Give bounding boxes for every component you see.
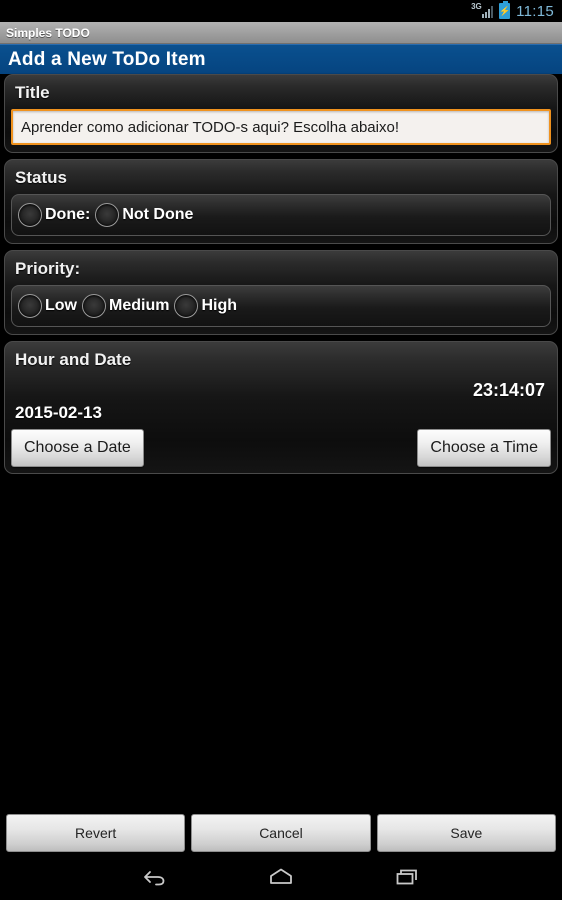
priority-option-medium[interactable]: Medium	[82, 294, 172, 318]
title-card: Title Aprender como adicionar TODO-s aqu…	[4, 74, 558, 153]
priority-radio-group: Low Medium High	[11, 285, 551, 327]
date-display-row: 2015-02-13	[11, 403, 551, 423]
priority-section-label: Priority:	[15, 259, 81, 278]
back-icon[interactable]	[130, 860, 178, 894]
choose-time-button[interactable]: Choose a Time	[417, 429, 551, 467]
radio-button-icon[interactable]	[174, 294, 199, 318]
status-option-label: Done:	[45, 206, 91, 223]
revert-button[interactable]: Revert	[6, 814, 186, 852]
title-input[interactable]: Aprender como adicionar TODO-s aqui? Esc…	[11, 109, 551, 145]
choose-date-button[interactable]: Choose a Date	[11, 429, 144, 467]
priority-option-low[interactable]: Low	[18, 294, 80, 318]
signal-bars-icon: 3G	[471, 2, 494, 19]
priority-option-label: Low	[45, 297, 77, 314]
status-section-label: Status	[15, 168, 67, 187]
priority-option-high[interactable]: High	[174, 294, 240, 318]
title-input-value: Aprender como adicionar TODO-s aqui? Esc…	[21, 118, 399, 136]
app-name-label: Simples TODO	[6, 25, 90, 40]
battery-charging-icon: ⚡	[499, 1, 510, 19]
selected-time-value: 23:14:07	[472, 380, 545, 400]
status-option-not-done[interactable]: Not Done	[95, 203, 196, 227]
cancel-button[interactable]: Cancel	[191, 814, 371, 852]
android-navigation-bar	[0, 854, 562, 900]
priority-option-label: Medium	[109, 297, 170, 314]
radio-button-icon[interactable]	[82, 294, 106, 318]
action-button-bar: Revert Cancel Save	[0, 813, 562, 853]
signal-strength-bars	[482, 6, 494, 18]
status-radio-group: Done: Not Done	[11, 194, 551, 236]
priority-card: Priority: Low Medium High	[4, 250, 558, 335]
datetime-card: Hour and Date 23:14:07 2015-02-13 Choose…	[4, 341, 558, 474]
datetime-buttons-row: Choose a Date Choose a Time	[11, 429, 551, 467]
phone-screen: 3G ⚡ 11:15 Simples TODO Add a New ToDo I…	[0, 0, 562, 900]
status-card: Status Done: Not Done	[4, 159, 558, 244]
home-icon[interactable]	[257, 860, 305, 894]
recents-icon[interactable]	[384, 860, 432, 894]
title-section-label: Title	[15, 83, 50, 102]
app-name-bar: Simples TODO	[0, 22, 562, 44]
status-bar: 3G ⚡ 11:15	[0, 0, 562, 22]
radio-button-icon[interactable]	[18, 294, 42, 318]
status-option-done[interactable]: Done:	[18, 203, 93, 227]
network-type-label: 3G	[471, 2, 482, 11]
status-bar-icons: 3G ⚡ 11:15	[471, 1, 554, 20]
form-content: Title Aprender como adicionar TODO-s aqu…	[0, 74, 562, 480]
status-bar-clock: 11:15	[516, 2, 554, 20]
page-title: Add a New ToDo Item	[8, 48, 206, 70]
priority-option-label: High	[201, 297, 237, 314]
status-option-label: Not Done	[122, 206, 194, 223]
radio-button-icon[interactable]	[95, 203, 120, 227]
selected-date-value: 2015-02-13	[15, 403, 102, 422]
radio-button-icon[interactable]	[18, 203, 42, 227]
screen-header: Add a New ToDo Item	[0, 44, 562, 74]
datetime-section-label: Hour and Date	[15, 350, 132, 369]
save-button[interactable]: Save	[376, 814, 556, 852]
time-display-row: 23:14:07	[11, 380, 551, 401]
